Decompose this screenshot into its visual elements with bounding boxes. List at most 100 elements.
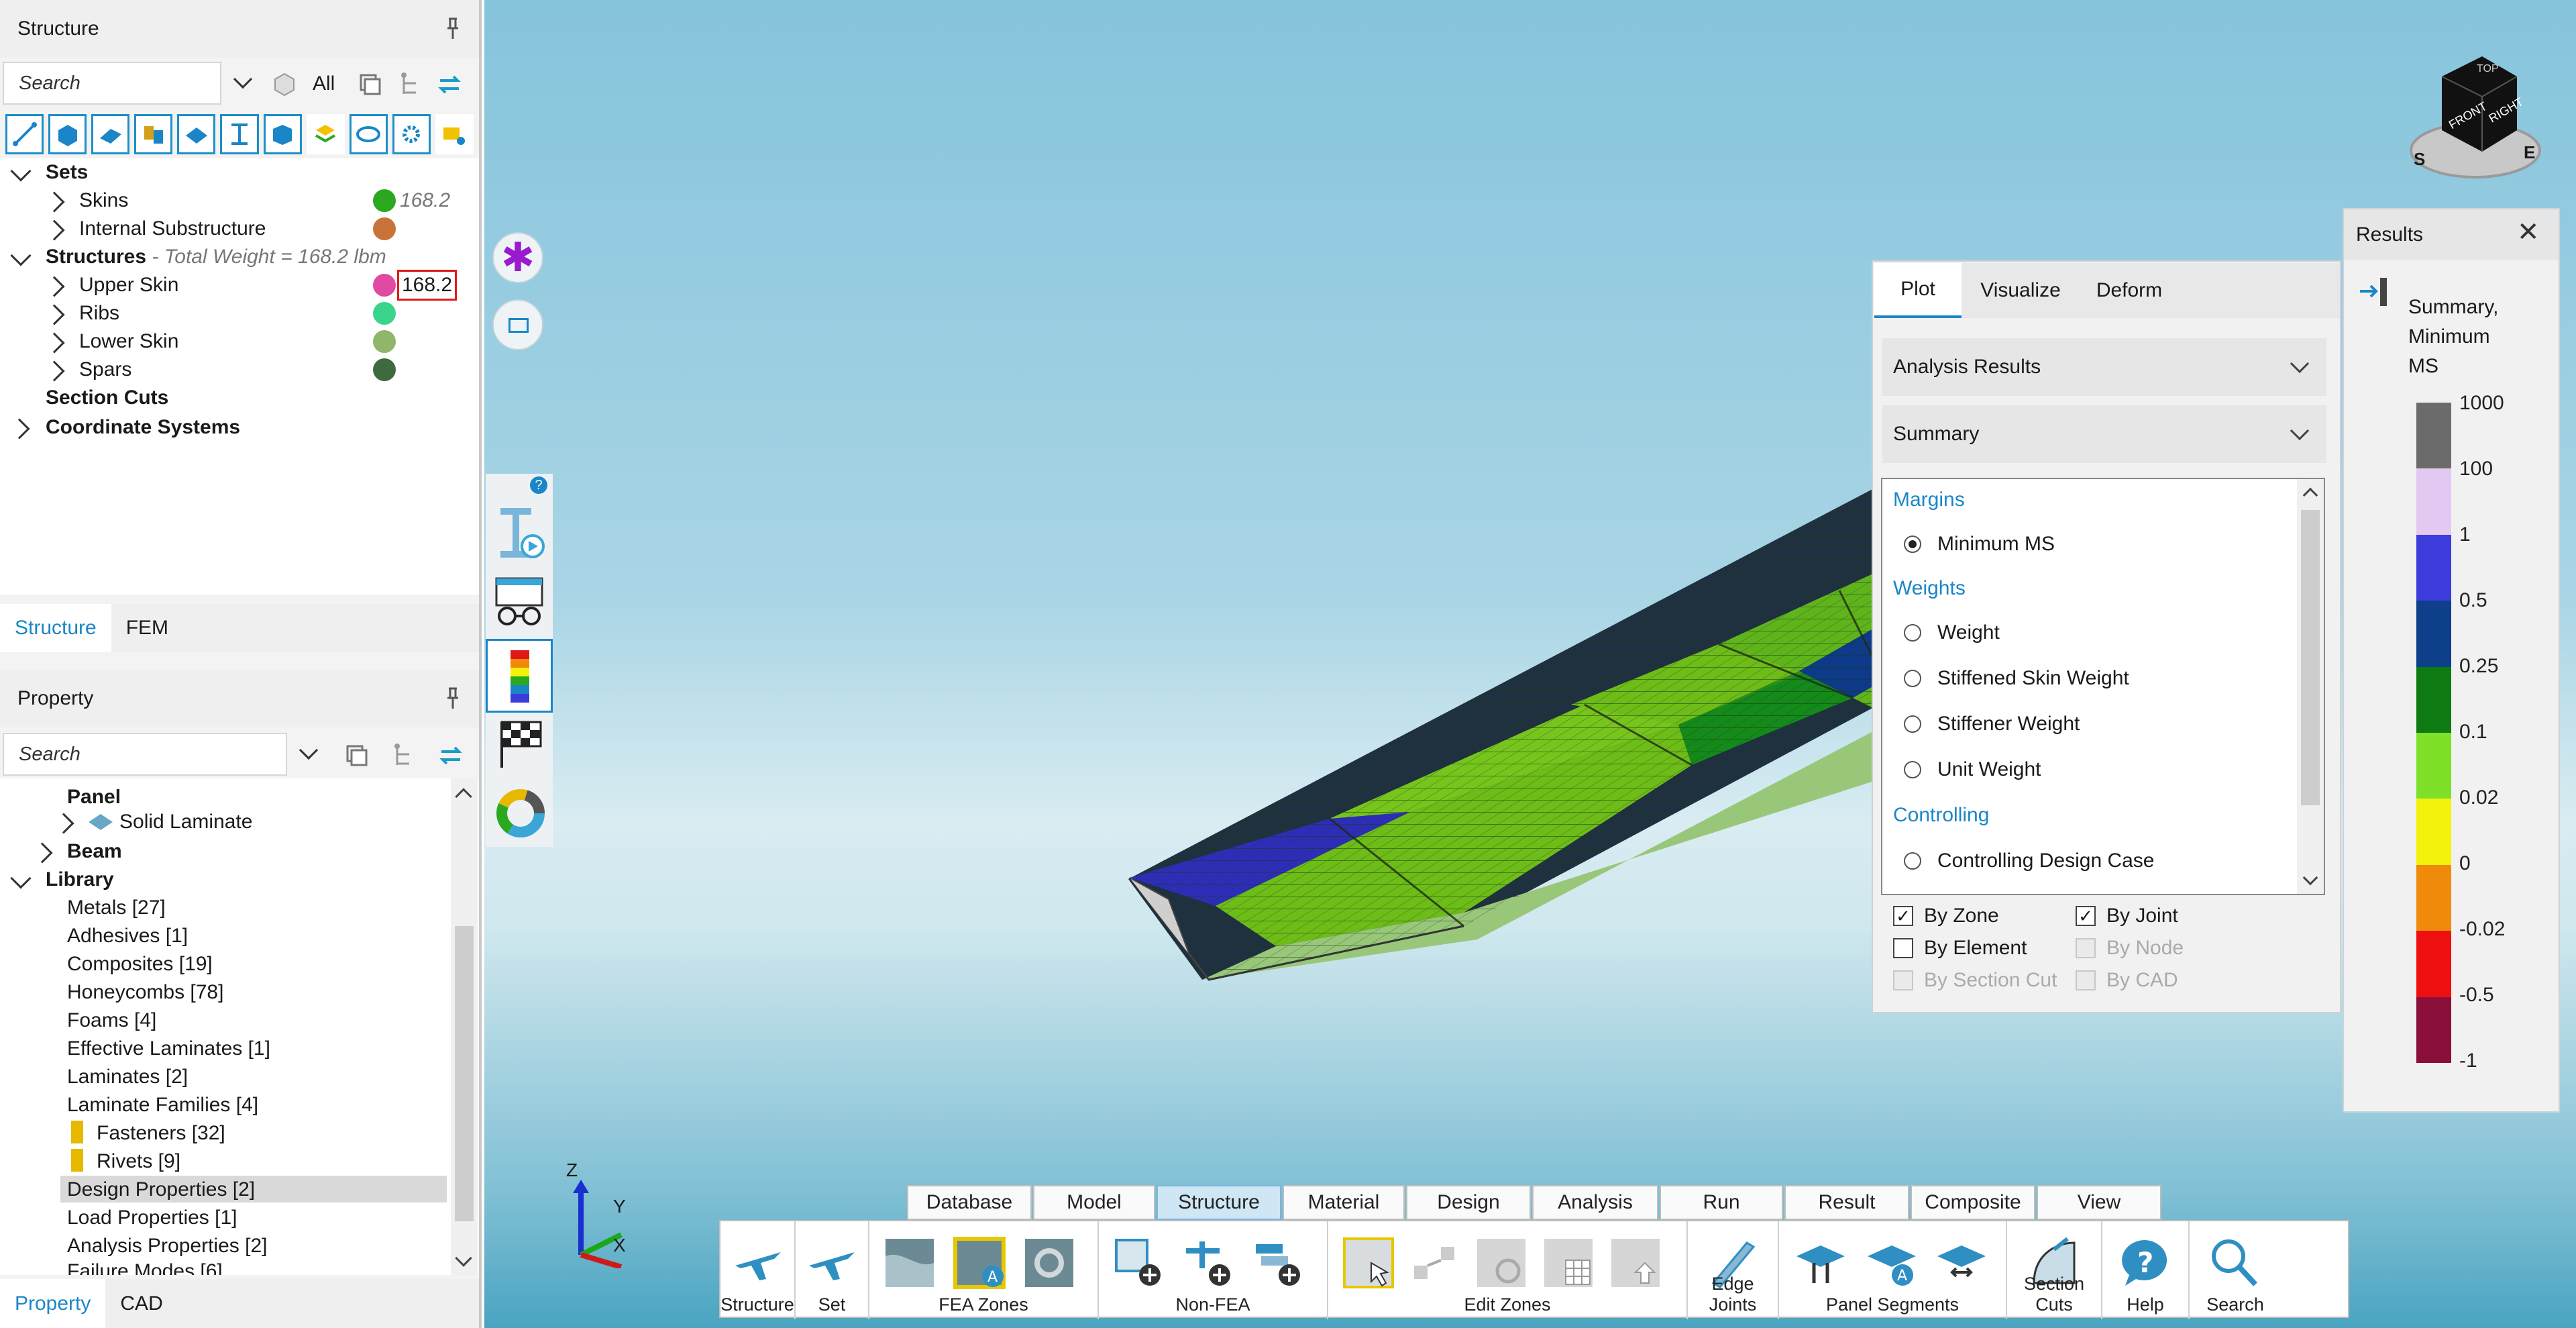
color-swatch[interactable]	[373, 330, 396, 353]
tree-item-upper-skin[interactable]: Upper Skin	[79, 271, 178, 299]
scrollbar[interactable]	[451, 778, 478, 1275]
legend-toggle-button[interactable]	[486, 639, 553, 713]
checkbox-by-zone[interactable]: ✓ By Zone	[1893, 905, 1999, 927]
tree-item-sets[interactable]: Sets	[46, 158, 88, 187]
tree-item-design-properties[interactable]: Design Properties [2]	[67, 1176, 255, 1204]
tab-model[interactable]: Model	[1033, 1185, 1155, 1220]
tree-item-beam[interactable]: Beam	[67, 837, 122, 866]
pin-icon[interactable]	[445, 687, 460, 710]
color-swatch[interactable]	[373, 189, 396, 212]
beam-icon[interactable]	[220, 114, 259, 154]
structure-search-input[interactable]: Search	[3, 62, 221, 105]
close-icon[interactable]: ✕	[2517, 219, 2540, 246]
property-search-input[interactable]: Search	[3, 733, 287, 776]
option-minimum-ms[interactable]: Minimum MS	[1904, 533, 2055, 556]
tree-item-panel[interactable]: Panel	[67, 789, 121, 805]
checkmark-icon[interactable]: ✓	[1893, 906, 1913, 926]
radio[interactable]	[1904, 624, 1921, 642]
panel-segment-auto-icon[interactable]: A	[1865, 1236, 1919, 1290]
ribbon-section-cuts[interactable]: Section Cuts	[2007, 1221, 2102, 1319]
collapse-all-icon[interactable]	[341, 741, 370, 770]
tree-item-composites[interactable]: Composites [19]	[67, 950, 213, 978]
zone-icon[interactable]	[883, 1236, 936, 1290]
radio[interactable]	[1904, 670, 1921, 687]
radio[interactable]	[1904, 852, 1921, 870]
checkmark-icon[interactable]: ✓	[2076, 906, 2096, 926]
rotate-zone-icon[interactable]	[1474, 1236, 1528, 1290]
tab-structure[interactable]: Structure	[1157, 1185, 1281, 1220]
tree-item-load-properties[interactable]: Load Properties [1]	[67, 1204, 237, 1232]
tree-item-metals[interactable]: Metals [27]	[67, 894, 166, 922]
tree-item-laminate-families[interactable]: Laminate Families [4]	[67, 1091, 258, 1119]
scroll-up-icon[interactable]	[455, 788, 472, 805]
tab-property[interactable]: Property	[0, 1279, 106, 1328]
tab-structure[interactable]: Structure	[0, 604, 111, 652]
option-controlling-design-case[interactable]: Controlling Design Case	[1904, 850, 2155, 872]
radio-selected[interactable]	[1904, 535, 1921, 553]
glasses-icon[interactable]	[491, 574, 547, 631]
tab-deform[interactable]: Deform	[2082, 263, 2176, 318]
collapse-icon[interactable]	[10, 160, 32, 182]
panel-segment-split-icon[interactable]	[1935, 1236, 1988, 1290]
beam-play-icon[interactable]	[491, 505, 547, 565]
cube-filter-icon[interactable]	[270, 70, 299, 99]
tree-item-analysis-properties[interactable]: Analysis Properties [2]	[67, 1232, 267, 1260]
add-beam-icon[interactable]	[1182, 1236, 1236, 1290]
tree-item-spars[interactable]: Spars	[79, 356, 131, 384]
panel-segment-icon[interactable]	[1794, 1236, 1847, 1290]
summary-dropdown[interactable]: Summary	[1882, 405, 2326, 463]
expand-icon[interactable]	[44, 360, 65, 382]
expand-icon[interactable]	[44, 332, 65, 354]
tab-database[interactable]: Database	[907, 1185, 1032, 1220]
tab-cad[interactable]: CAD	[105, 1279, 177, 1328]
tab-result[interactable]: Result	[1784, 1185, 1909, 1220]
tree-item-fasteners[interactable]: Fasteners [32]	[97, 1119, 225, 1147]
option-stiffened-skin-weight[interactable]: Stiffened Skin Weight	[1904, 667, 2129, 690]
donut-chart-icon[interactable]	[494, 786, 547, 840]
tree-item-ribs[interactable]: Ribs	[79, 299, 119, 327]
expand-icon[interactable]	[9, 418, 30, 440]
tree-item-adhesives[interactable]: Adhesives [1]	[67, 922, 188, 950]
scroll-down-icon[interactable]	[2302, 870, 2318, 886]
tree-item-rivets[interactable]: Rivets [9]	[97, 1147, 180, 1176]
tab-visualize[interactable]: Visualize	[1975, 263, 2066, 318]
tree-icon[interactable]	[396, 70, 425, 99]
checkered-flag-icon[interactable]	[492, 717, 549, 773]
sync-icon[interactable]	[435, 70, 464, 99]
tab-plot[interactable]: Plot	[1874, 263, 1962, 318]
analysis-results-dropdown[interactable]: Analysis Results	[1882, 338, 2326, 396]
tab-view[interactable]: View	[2037, 1185, 2161, 1220]
collapse-all-icon[interactable]	[354, 70, 384, 99]
checkbox-box[interactable]	[1893, 938, 1913, 958]
scroll-down-icon[interactable]	[455, 1249, 472, 1267]
tab-run[interactable]: Run	[1660, 1185, 1783, 1220]
split-zone-icon[interactable]	[1407, 1236, 1461, 1290]
zone-settings-icon[interactable]	[1022, 1236, 1076, 1290]
cube-top-label[interactable]: TOP	[2477, 63, 2499, 75]
chevron-down-icon[interactable]	[233, 69, 253, 89]
tree-item-lower-skin[interactable]: Lower Skin	[79, 327, 178, 356]
zone-grid-icon[interactable]	[1542, 1236, 1595, 1290]
scrollbar-thumb[interactable]	[455, 926, 474, 1221]
zone-select-icon[interactable]	[1342, 1236, 1395, 1290]
tree-item-solid-laminate[interactable]: Solid Laminate	[119, 808, 252, 836]
collapse-icon[interactable]	[10, 245, 32, 266]
panel-icon[interactable]	[177, 114, 216, 154]
radio[interactable]	[1904, 761, 1921, 778]
view-cube[interactable]: TOP FRONT RIGHT S E	[2402, 50, 2542, 184]
dock-icon[interactable]	[2357, 276, 2391, 307]
ribbon-search[interactable]: Search	[2190, 1221, 2281, 1319]
help-small-icon[interactable]: ?	[530, 476, 547, 494]
expand-icon[interactable]	[44, 276, 65, 297]
tree-item-section-cuts[interactable]: Section Cuts	[46, 384, 168, 412]
expand-icon[interactable]	[32, 842, 53, 864]
sync-icon[interactable]	[436, 741, 466, 770]
tab-fem[interactable]: FEM	[111, 604, 183, 652]
checkbox-by-element[interactable]: By Element	[1893, 937, 2027, 960]
tree-item-coordinate-systems[interactable]: Coordinate Systems	[46, 413, 240, 442]
section-icon[interactable]	[349, 114, 388, 154]
tab-analysis[interactable]: Analysis	[1532, 1185, 1658, 1220]
tree-item-structures[interactable]: Structures - Total Weight = 168.2 lbm	[46, 243, 386, 271]
zone-up-icon[interactable]	[1609, 1236, 1662, 1290]
select-box-button[interactable]	[492, 299, 543, 350]
